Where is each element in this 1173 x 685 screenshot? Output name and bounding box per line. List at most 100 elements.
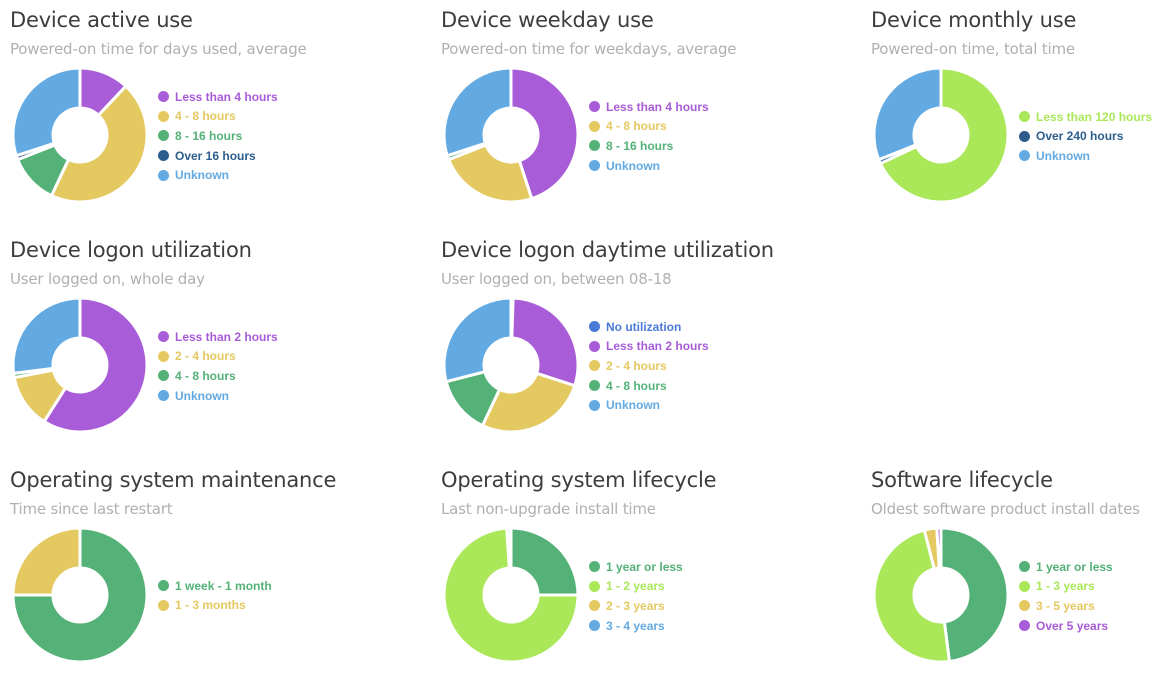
donut-slice-1-year-or-less[interactable] (939, 526, 1010, 664)
chart-subtitle: Oldest software product install dates (871, 500, 1140, 518)
legend-item-less-than-4-hours[interactable]: Less than 4 hours (158, 87, 278, 107)
legend-label: Unknown (606, 398, 660, 413)
legend-item-less-than-120-hours[interactable]: Less than 120 hours (1019, 107, 1152, 127)
chart-legend: No utilization Less than 2 hours 2 - 4 hou… (589, 317, 709, 415)
legend-item-less-than-2-hours[interactable]: Less than 2 hours (158, 327, 278, 347)
legend-dot-icon (1019, 150, 1030, 162)
legend-dot-icon (589, 321, 600, 333)
legend-item-no-utilization[interactable]: No utilization (589, 317, 709, 337)
chart-subtitle: Last non-upgrade install time (441, 500, 656, 518)
legend-label: Unknown (175, 388, 229, 403)
donut-slice-unknown[interactable] (442, 66, 513, 158)
legend-label: Less than 120 hours (1036, 109, 1153, 124)
legend-item-2-4-hours[interactable]: 2 - 4 hours (589, 356, 709, 376)
legend-item-8-16-hours[interactable]: 8 - 16 hours (158, 126, 278, 146)
chart-title: Operating system lifecycle (441, 468, 717, 492)
donut-slice-unknown[interactable] (11, 66, 82, 158)
chart-title: Operating system maintenance (10, 468, 337, 492)
legend-item-1-year-or-less[interactable]: 1 year or less (1019, 557, 1113, 577)
legend-item-8-16-hours[interactable]: 8 - 16 hours (589, 136, 709, 156)
legend-label: 1 - 3 years (1036, 579, 1095, 594)
donut-slice-unknown[interactable] (11, 296, 82, 376)
legend-item-unknown[interactable]: Unknown (1019, 146, 1152, 166)
legend-dot-icon (158, 331, 169, 343)
legend-item-unknown[interactable]: Unknown (589, 156, 709, 176)
donut-chart (11, 66, 149, 204)
legend-label: 8 - 16 hours (175, 128, 243, 143)
legend-item-1-year-or-less[interactable]: 1 year or less (589, 557, 683, 577)
legend-dot-icon (158, 350, 169, 362)
legend-label: 1 year or less (606, 559, 683, 574)
chart-panel-device-logon-utilization: Device logon utilization User logged on, … (10, 230, 410, 455)
legend-item-4-8-hours[interactable]: 4 - 8 hours (589, 117, 709, 137)
legend-label: Over 240 hours (1036, 129, 1124, 144)
legend-label: 2 - 3 years (606, 598, 665, 613)
legend-item-over-5-years[interactable]: Over 5 years (1019, 616, 1113, 636)
legend-dot-icon (1019, 620, 1030, 632)
legend-label: Unknown (1036, 148, 1090, 163)
donut-chart (11, 526, 149, 664)
legend-label: Less than 4 hours (175, 89, 278, 104)
legend-dot-icon (589, 399, 600, 411)
donut-slice-2-4-hours[interactable] (480, 371, 577, 434)
donut-slice-unknown[interactable] (442, 296, 513, 384)
legend-dot-icon (1019, 561, 1030, 573)
legend-item-1-3-months[interactable]: 1 - 3 months (158, 596, 272, 616)
donut-chart (11, 296, 149, 434)
legend-item-4-8-hours[interactable]: 4 - 8 hours (158, 366, 278, 386)
donut-slice-over-5-years[interactable] (935, 526, 943, 570)
chart-panel-device-logon-daytime-utilization: Device logon daytime utilization User log… (441, 230, 841, 455)
chart-subtitle: Time since last restart (10, 500, 173, 518)
chart-legend: Less than 4 hours 4 - 8 hours 8 - 16 hours… (158, 87, 278, 185)
legend-dot-icon (589, 600, 600, 612)
legend-item-over-240-hours[interactable]: Over 240 hours (1019, 127, 1152, 147)
legend-item-over-16-hours[interactable]: Over 16 hours (158, 146, 278, 166)
chart-subtitle: Powered-on time for weekdays, average (441, 40, 737, 58)
legend-dot-icon (158, 370, 169, 382)
legend-label: Less than 4 hours (606, 99, 709, 114)
legend-item-4-8-hours[interactable]: 4 - 8 hours (589, 376, 709, 396)
legend-label: No utilization (606, 319, 682, 334)
legend-item-4-8-hours[interactable]: 4 - 8 hours (158, 107, 278, 127)
donut-slice-3-4-years[interactable] (506, 526, 513, 570)
donut-chart (872, 526, 1010, 664)
legend-label: 3 - 4 years (606, 618, 665, 633)
legend-dot-icon (589, 580, 600, 592)
legend-dot-icon (589, 120, 600, 132)
chart-title: Device active use (10, 8, 193, 32)
legend-dot-icon (158, 110, 169, 122)
legend-item-1-3-years[interactable]: 1 - 3 years (1019, 577, 1113, 597)
legend-item-3-4-years[interactable]: 3 - 4 years (589, 616, 683, 636)
donut-chart (442, 296, 580, 434)
legend-dot-icon (589, 140, 600, 152)
legend-item-less-than-4-hours[interactable]: Less than 4 hours (589, 97, 709, 117)
legend-item-unknown[interactable]: Unknown (158, 165, 278, 185)
legend-dot-icon (158, 580, 169, 592)
legend-item-1-2-years[interactable]: 1 - 2 years (589, 577, 683, 597)
chart-panel-device-active-use: Device active use Powered-on time for day… (10, 0, 410, 225)
legend-dot-icon (158, 169, 169, 181)
donut-chart (442, 66, 580, 204)
donut-slice-less-than-2-hours[interactable] (510, 296, 580, 388)
legend-label: 4 - 8 hours (175, 109, 236, 124)
legend-label: 8 - 16 hours (606, 138, 674, 153)
donut-slice-unknown[interactable] (872, 66, 943, 162)
legend-label: 1 - 2 years (606, 579, 665, 594)
legend-item-2-3-years[interactable]: 2 - 3 years (589, 596, 683, 616)
chart-title: Device logon daytime utilization (441, 238, 774, 262)
legend-dot-icon (158, 390, 169, 402)
donut-slice-1-3-months[interactable] (11, 526, 82, 597)
legend-dot-icon (589, 160, 600, 172)
legend-dot-icon (1019, 580, 1030, 592)
legend-item-less-than-2-hours[interactable]: Less than 2 hours (589, 337, 709, 357)
chart-panel-operating-system-maintenance: Operating system maintenance Time since l… (10, 460, 410, 685)
legend-item-1-week-1-month[interactable]: 1 week - 1 month (158, 576, 272, 596)
chart-legend: 1 week - 1 month 1 - 3 months (158, 576, 272, 615)
legend-dot-icon (589, 101, 600, 113)
legend-item-2-4-hours[interactable]: 2 - 4 hours (158, 347, 278, 367)
legend-item-unknown[interactable]: Unknown (589, 395, 709, 415)
legend-item-3-5-years[interactable]: 3 - 5 years (1019, 596, 1113, 616)
legend-dot-icon (1019, 130, 1030, 142)
legend-item-unknown[interactable]: Unknown (158, 386, 278, 406)
donut-slice-1-year-or-less[interactable] (509, 526, 580, 597)
